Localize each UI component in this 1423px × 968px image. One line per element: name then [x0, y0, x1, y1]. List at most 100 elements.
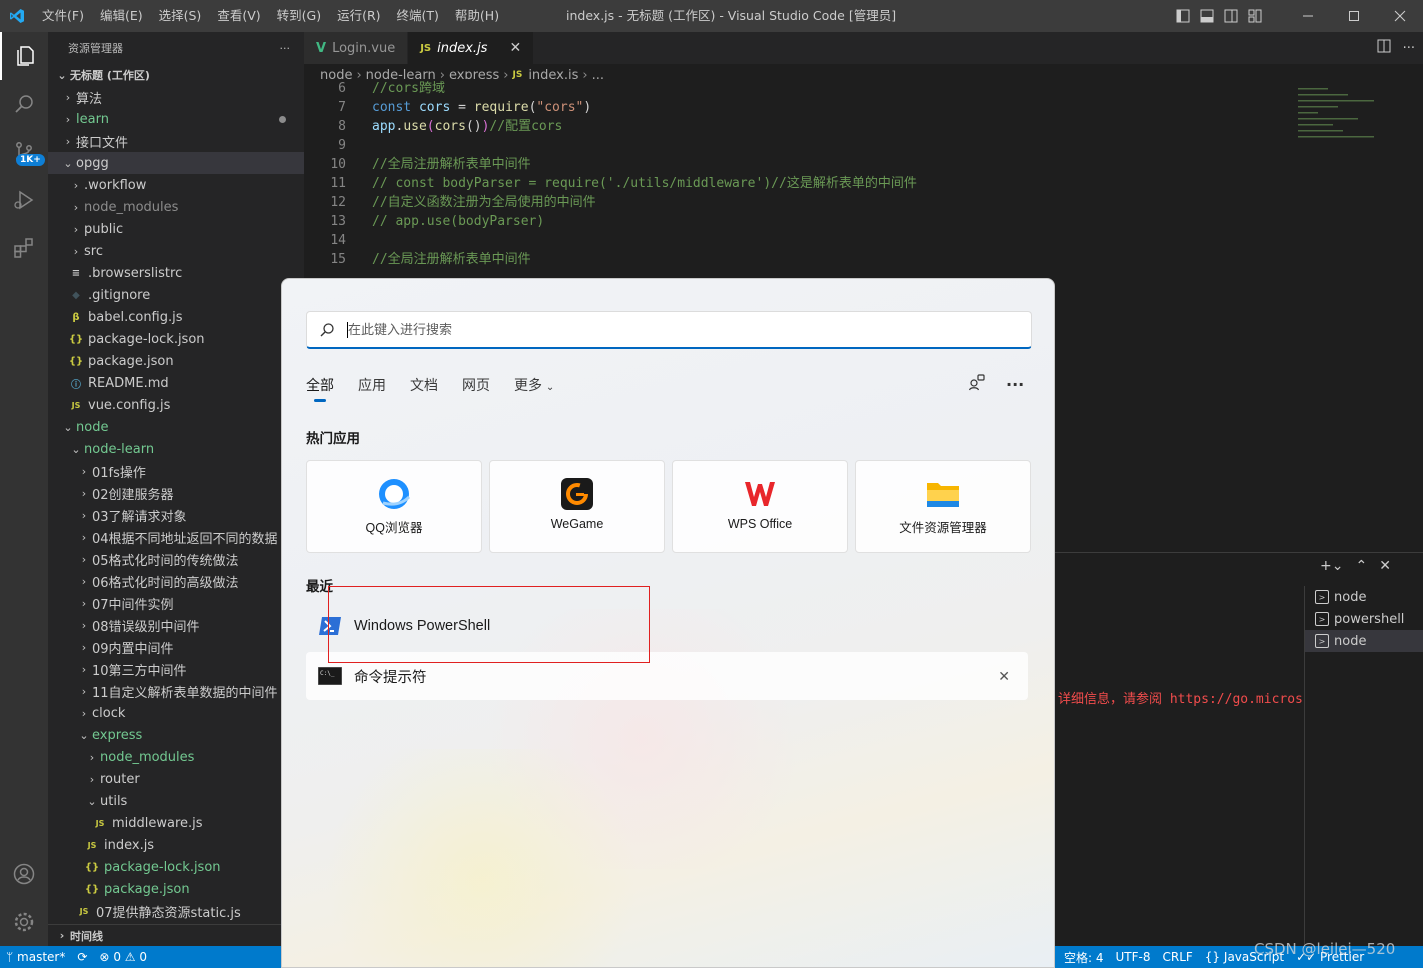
manage-gear-icon[interactable] — [0, 898, 48, 946]
tree-folder[interactable]: › 02创建服务器 — [48, 482, 304, 504]
tree-folder[interactable]: › .workflow — [48, 174, 304, 196]
filter-more[interactable]: 更多 ⌄ — [514, 375, 554, 395]
menu-view[interactable]: 查看(V) — [209, 0, 268, 32]
tree-folder[interactable]: › public — [48, 218, 304, 240]
app-tile-qq-browser[interactable]: QQ浏览器 — [306, 460, 482, 553]
tree-file[interactable]: {} package.json — [48, 350, 304, 372]
tree-folder[interactable]: › 05格式化时间的传统做法 — [48, 548, 304, 570]
filter-web[interactable]: 网页 — [462, 375, 490, 395]
customize-layout-icon[interactable] — [1243, 0, 1267, 32]
tree-folder[interactable]: › 接口文件 — [48, 130, 304, 152]
tree-folder[interactable]: ⌄ express — [48, 724, 304, 746]
tree-file[interactable]: β babel.config.js — [48, 306, 304, 328]
tab-label: Login.vue — [332, 40, 396, 56]
toggle-sidebar-icon[interactable] — [1171, 0, 1195, 32]
problems-indicator[interactable]: ⊗ 0 ⚠ 0 — [93, 950, 153, 964]
tree-folder[interactable]: › 06格式化时间的高级做法 — [48, 570, 304, 592]
remove-recent-icon[interactable]: ✕ — [998, 668, 1010, 685]
close-panel-icon[interactable]: ✕ — [1379, 558, 1391, 574]
terminal-item-node[interactable]: > node — [1305, 630, 1423, 652]
tab-index-js[interactable]: JS index.js ✕ — [408, 32, 535, 64]
explorer-icon[interactable] — [0, 32, 48, 80]
close-window-icon[interactable] — [1377, 0, 1423, 32]
split-editor-icon[interactable] — [1377, 39, 1391, 57]
menu-file[interactable]: 文件(F) — [34, 0, 92, 32]
tree-folder[interactable]: ⌄ opgg — [48, 152, 304, 174]
tab-login-vue[interactable]: V Login.vue — [304, 32, 409, 64]
tree-file[interactable]: {} package-lock.json — [48, 328, 304, 350]
tree-file[interactable]: JS middleware.js — [48, 812, 304, 834]
code-editor[interactable]: 6//cors跨域 7 const cors = require("cors") 8 a… — [304, 79, 1294, 274]
extensions-icon[interactable] — [0, 224, 48, 272]
tree-folder[interactable]: › src — [48, 240, 304, 262]
toggle-secondary-sidebar-icon[interactable] — [1219, 0, 1243, 32]
menu-go[interactable]: 转到(G) — [269, 0, 329, 32]
app-tile-wps-office[interactable]: WPS Office — [672, 460, 848, 553]
tree-file[interactable]: JS index.js — [48, 834, 304, 856]
timeline-section[interactable]: › 时间线 — [48, 924, 304, 946]
workspace-section[interactable]: ⌄ 无标题 (工作区) — [48, 64, 304, 86]
menu-run[interactable]: 运行(R) — [329, 0, 388, 32]
tree-folder[interactable]: ⌄ node — [48, 416, 304, 438]
menu-help[interactable]: 帮助(H) — [447, 0, 507, 32]
tree-file[interactable]: JS 07提供静态资源static.js — [48, 900, 304, 922]
terminal-item-powershell[interactable]: > powershell — [1305, 608, 1423, 630]
tree-file[interactable]: ≡ .browserslistrc — [48, 262, 304, 284]
maximize-icon[interactable] — [1331, 0, 1377, 32]
recent-item-powershell[interactable]: Windows PowerShell — [306, 602, 1028, 650]
filter-all[interactable]: 全部 — [306, 375, 334, 402]
filter-documents[interactable]: 文档 — [410, 375, 438, 395]
recent-item-cmd[interactable]: C:\_ 命令提示符 ✕ — [306, 652, 1028, 700]
editor-more-icon[interactable]: ··· — [1403, 41, 1415, 56]
minimize-icon[interactable] — [1285, 0, 1331, 32]
tree-folder[interactable]: › node_modules — [48, 196, 304, 218]
source-control-icon[interactable]: 1K+ — [0, 128, 48, 176]
tree-file[interactable]: {} package-lock.json — [48, 856, 304, 878]
search-input[interactable] — [348, 322, 948, 337]
tree-folder[interactable]: › 01fs操作 — [48, 460, 304, 482]
tree-folder[interactable]: › 算法 — [48, 86, 304, 108]
more-options-icon[interactable]: ··· — [1006, 375, 1024, 394]
app-tile-file-explorer[interactable]: 文件资源管理器 — [855, 460, 1031, 553]
tree-folder[interactable]: › clock — [48, 702, 304, 724]
menu-terminal[interactable]: 终端(T) — [389, 0, 447, 32]
search-box[interactable] — [306, 311, 1032, 349]
indentation-status[interactable]: 空格: 4 — [1058, 949, 1110, 966]
app-tile-wegame[interactable]: WeGame — [489, 460, 665, 553]
terminal-item-node[interactable]: > node — [1305, 586, 1423, 608]
filter-apps[interactable]: 应用 — [358, 375, 386, 395]
tree-folder[interactable]: › 04根据不同地址返回不同的数据 — [48, 526, 304, 548]
tree-folder[interactable]: › node_modules — [48, 746, 304, 768]
tree-folder[interactable]: ⌄ utils — [48, 790, 304, 812]
tree-folder[interactable]: › 03了解请求对象 — [48, 504, 304, 526]
sync-icon[interactable]: ⟳ — [71, 950, 93, 964]
accounts-icon[interactable] — [0, 850, 48, 898]
tree-folder[interactable]: › router — [48, 768, 304, 790]
minimap[interactable] — [1294, 86, 1423, 546]
tree-folder[interactable]: › 11自定义解析表单数据的中间件 — [48, 680, 304, 702]
tree-folder[interactable]: › 08错误级别中间件 — [48, 614, 304, 636]
tree-folder[interactable]: › 07中间件实例 — [48, 592, 304, 614]
close-tab-icon[interactable]: ✕ — [509, 40, 521, 56]
tree-label: 07中间件实例 — [92, 597, 174, 613]
tree-folder[interactable]: ⌄ node-learn — [48, 438, 304, 460]
encoding-status[interactable]: UTF-8 — [1110, 950, 1157, 964]
tree-file[interactable]: JS vue.config.js — [48, 394, 304, 416]
account-switch-icon[interactable] — [968, 373, 986, 395]
run-debug-icon[interactable] — [0, 176, 48, 224]
explorer-more-icon[interactable]: ··· — [280, 42, 291, 55]
menu-edit[interactable]: 编辑(E) — [92, 0, 151, 32]
menu-selection[interactable]: 选择(S) — [151, 0, 210, 32]
branch-indicator[interactable]: ᛘ master* — [0, 950, 71, 964]
tree-file[interactable]: ⓘ README.md — [48, 372, 304, 394]
eol-status[interactable]: CRLF — [1156, 950, 1198, 964]
tree-folder[interactable]: › learn — [48, 108, 304, 130]
tree-folder[interactable]: › 10第三方中间件 — [48, 658, 304, 680]
search-icon[interactable] — [0, 80, 48, 128]
toggle-panel-icon[interactable] — [1195, 0, 1219, 32]
maximize-panel-icon[interactable]: ⌃ — [1355, 558, 1367, 574]
new-terminal-icon[interactable]: +⌄ — [1320, 558, 1343, 574]
tree-folder[interactable]: › 09内置中间件 — [48, 636, 304, 658]
tree-file[interactable]: ◆ .gitignore — [48, 284, 304, 306]
tree-file[interactable]: {} package.json — [48, 878, 304, 900]
